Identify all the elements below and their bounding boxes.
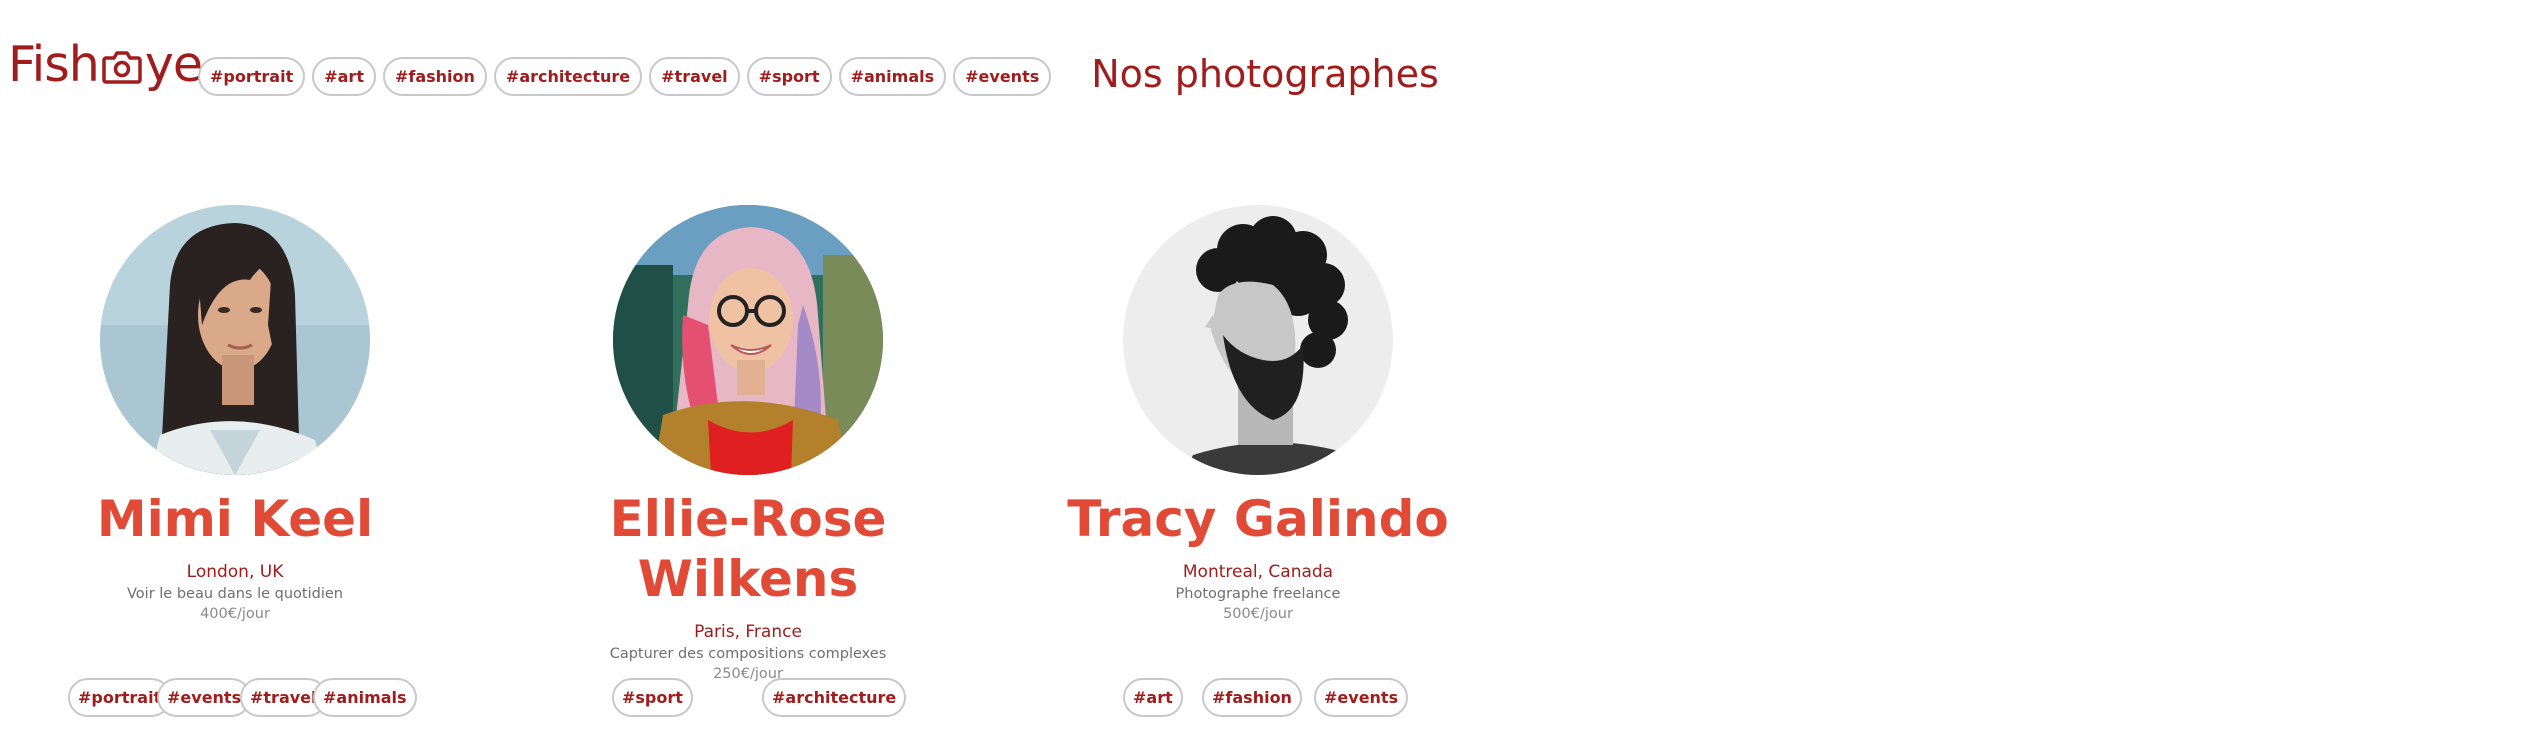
photographer-price: 250€/jour: [713, 666, 783, 683]
card-tag-architecture[interactable]: #architecture: [762, 678, 907, 717]
nav-tag-animals[interactable]: #animals: [838, 57, 947, 96]
nav-tag-sport[interactable]: #sport: [746, 57, 832, 96]
photographer-price: 500€/jour: [1223, 606, 1293, 623]
camera-icon: [100, 44, 144, 88]
card-tag-events[interactable]: #events: [157, 678, 252, 717]
photographer-location: Paris, France: [694, 622, 802, 642]
photographer-name[interactable]: Mimi Keel: [0, 489, 485, 549]
photographer-tagline: Photographe freelance: [1175, 586, 1341, 603]
logo-text-end: ye: [144, 35, 203, 93]
photographer-location: Montreal, Canada: [1182, 562, 1334, 582]
photographer-portrait[interactable]: [100, 205, 370, 475]
card-tag-events[interactable]: #events: [1314, 678, 1409, 717]
photographer-name[interactable]: Ellie-Rose Wilkens: [498, 489, 998, 609]
photographer-card: Tracy Galindo Montreal, Canada Photograp…: [1008, 205, 1508, 625]
page-title: Nos photographes: [1091, 52, 1439, 96]
fisheye-logo[interactable]: Fish ye: [8, 34, 203, 94]
tag-filter-nav: #portrait #art #fashion #architecture #t…: [198, 57, 1052, 96]
photographer-tagline: Voir le beau dans le quotidien: [127, 586, 343, 603]
photographer-card: Mimi Keel London, UK Voir le beau dans l…: [0, 205, 485, 625]
nav-tag-architecture[interactable]: #architecture: [493, 57, 643, 96]
portrait-image: [613, 205, 883, 475]
card-tag-animals[interactable]: #animals: [313, 678, 417, 717]
photographer-portrait[interactable]: [1123, 205, 1393, 475]
card-tag-sport[interactable]: #sport: [612, 678, 693, 717]
card-tag-portrait[interactable]: #portrait: [68, 678, 172, 717]
photographer-tagline: Capturer des compositions complexes: [609, 646, 887, 663]
portrait-image: [1123, 205, 1393, 475]
photographer-name[interactable]: Tracy Galindo: [1008, 489, 1508, 549]
nav-tag-fashion[interactable]: #fashion: [382, 57, 487, 96]
card-tag-art[interactable]: #art: [1123, 678, 1183, 717]
nav-tag-travel[interactable]: #travel: [649, 57, 740, 96]
photographer-portrait[interactable]: [613, 205, 883, 475]
nav-tag-portrait[interactable]: #portrait: [198, 57, 306, 96]
photographer-card: Ellie-Rose Wilkens Paris, France Capture…: [498, 205, 998, 685]
logo-text-start: Fish: [8, 35, 100, 93]
nav-tag-events[interactable]: #events: [953, 57, 1052, 96]
card-tag-fashion[interactable]: #fashion: [1202, 678, 1302, 717]
nav-tag-art[interactable]: #art: [312, 57, 376, 96]
photographer-location: London, UK: [186, 562, 284, 582]
photographer-price: 400€/jour: [200, 606, 270, 623]
portrait-image: [100, 205, 370, 475]
